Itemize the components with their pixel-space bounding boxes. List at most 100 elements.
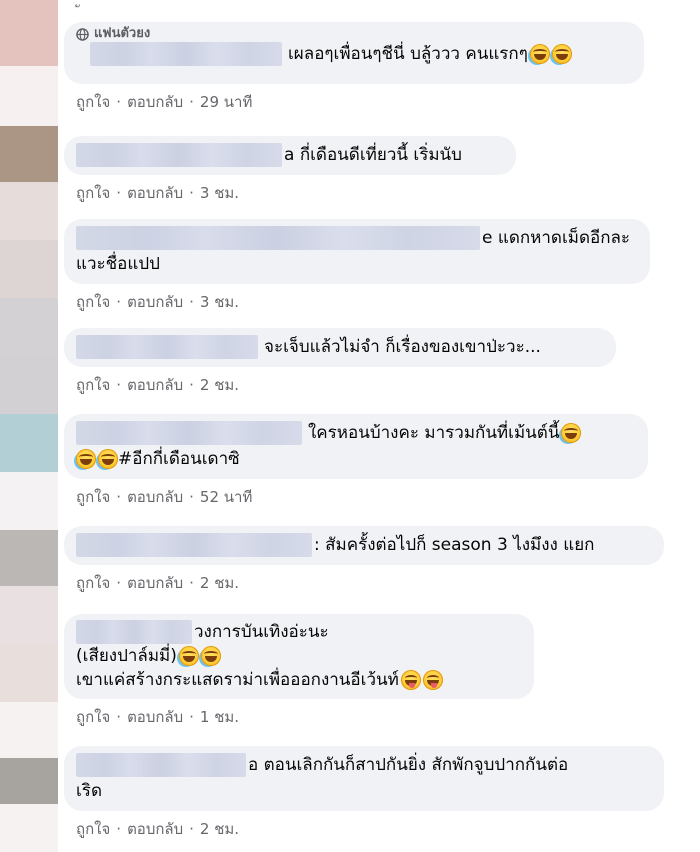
comment-actions: ถูกใจ · ตอบกลับ · 1 ชม. [76, 705, 534, 729]
timestamp[interactable]: 1 ชม. [200, 705, 239, 729]
comment-text: e แดกหาดเม็ดอีกละ [482, 228, 631, 248]
comment-bubble: : สัมครั้งต่อไปก็ season 3 ไงมึงง แยก [64, 526, 664, 565]
avatar[interactable] [0, 126, 58, 182]
avatar[interactable] [0, 356, 58, 414]
comment: ใครหอนบ้างคะ มารวมกันที่เม้นต์นี้ #อีกกี… [64, 414, 648, 509]
comment: e แดกหาดเม็ดอีกละ แวะชื่อแปป ถูกใจ · ตอบกล… [64, 219, 650, 314]
badge-label: แฟนตัวยง [94, 26, 151, 41]
comment-line: #อีกกี่เดือนเดาซิ [76, 446, 636, 472]
avatar [0, 702, 58, 758]
comment-text: #อีกกี่เดือนเดาซิ [118, 449, 240, 469]
like-link[interactable]: ถูกใจ [76, 290, 110, 314]
comment-text: เผลอๆเพื่อนๆชีนี่ บลู้ววว คนแรกๆ [288, 44, 528, 64]
comment-text: จะเจ็บแล้วไม่จำ ก็เรื่องของเขาป่ะวะ... [264, 337, 541, 357]
avatar[interactable] [0, 530, 58, 586]
top-fan-badge: แฟนตัวยง [76, 26, 632, 42]
comment-bubble: ใครหอนบ้างคะ มารวมกันที่เม้นต์นี้ #อีกกี… [64, 414, 648, 479]
comment-line: อ ตอนเลิกกันก็สาปกันยิ่ง สักพักจูบปากกัน… [76, 752, 652, 778]
like-link[interactable]: ถูกใจ [76, 181, 110, 205]
reply-link[interactable]: ตอบกลับ [127, 485, 183, 509]
reply-link[interactable]: ตอบกลับ [127, 571, 183, 595]
comment-text: เริด [76, 781, 102, 801]
reply-link[interactable]: ตอบกลับ [127, 90, 183, 114]
comment-line: จะเจ็บแล้วไม่จำ ก็เรื่องของเขาป่ะวะ... [76, 334, 604, 360]
blurred-commenter-name[interactable] [76, 335, 258, 359]
winking-tongue-emoji-icon [400, 670, 421, 690]
comment-bubble: อ ตอนเลิกกันก็สาปกันยิ่ง สักพักจูบปากกัน… [64, 746, 664, 811]
comment-text: (เสียงปาล์มมี่) [76, 646, 177, 666]
like-link[interactable]: ถูกใจ [76, 817, 110, 841]
avatar[interactable] [0, 644, 58, 702]
avatar-column [0, 0, 58, 852]
avatar[interactable] [0, 240, 58, 298]
avatar[interactable] [0, 0, 58, 66]
timestamp[interactable]: 3 ชม. [200, 181, 239, 205]
reply-link[interactable]: ตอบกลับ [127, 290, 183, 314]
comment: : สัมครั้งต่อไปก็ season 3 ไงมึงง แยก ถู… [64, 526, 664, 595]
comment-bubble: e แดกหาดเม็ดอีกละ แวะชื่อแปป [64, 219, 650, 284]
comment-line: เผลอๆเพื่อนๆชีนี่ บลู้ววว คนแรกๆ [76, 41, 632, 67]
like-link[interactable]: ถูกใจ [76, 705, 110, 729]
avatar[interactable] [0, 586, 58, 644]
comment-text: a กี่เดือนดีเที่ยวนี้ เริ่มนับ [284, 145, 462, 165]
reply-link[interactable]: ตอบกลับ [127, 817, 183, 841]
blurred-commenter-name[interactable] [76, 753, 246, 777]
comment-actions: ถูกใจ · ตอบกลับ · 3 ชม. [76, 290, 650, 314]
comment: วงการบันเทิงอ่ะนะ (เสียงปาล์มมี่) เขาแค่… [64, 614, 534, 729]
comment-line: a กี่เดือนดีเที่ยวนี้ เริ่มนับ [76, 142, 504, 168]
avatar [0, 66, 58, 126]
laughing-emoji-icon [76, 449, 96, 469]
comment-text: : สัมครั้งต่อไปก็ season 3 ไงมึงง แยก [314, 535, 595, 555]
comment-line: วงการบันเทิงอ่ะนะ [76, 620, 522, 644]
timestamp[interactable]: 52 นาที [200, 485, 252, 509]
laughing-emoji-icon [551, 44, 572, 64]
comment: แฟนตัวยง เผลอๆเพื่อนๆชีนี่ บลู้ววว คนแรก… [64, 22, 644, 114]
blurred-commenter-name[interactable] [76, 421, 302, 445]
blurred-commenter-name[interactable] [76, 620, 192, 644]
comment-bubble: วงการบันเทิงอ่ะนะ (เสียงปาล์มมี่) เขาแค่… [64, 614, 534, 699]
avatar[interactable] [0, 758, 58, 804]
comment-bubble: แฟนตัวยง เผลอๆเพื่อนๆชีนี่ บลู้ววว คนแรก… [64, 22, 644, 84]
comment-text: วงการบันเทิงอ่ะนะ [194, 622, 329, 642]
comment-line: e แดกหาดเม็ดอีกละ [76, 225, 638, 251]
comment: อ ตอนเลิกกันก็สาปกันยิ่ง สักพักจูบปากกัน… [64, 746, 664, 841]
reply-link[interactable]: ตอบกลับ [127, 705, 183, 729]
comment-text: อ ตอนเลิกกันก็สาปกันยิ่ง สักพักจูบปากกัน… [248, 755, 569, 775]
timestamp[interactable]: 2 ชม. [200, 373, 239, 397]
comment-text: ใครหอนบ้างคะ มารวมกันที่เม้นต์นี้ [308, 423, 560, 443]
blurred-commenter-name[interactable] [76, 226, 480, 250]
avatar [0, 804, 58, 852]
comment-actions: ถูกใจ · ตอบกลับ · 29 นาที [76, 90, 644, 114]
comment-line: : สัมครั้งต่อไปก็ season 3 ไงมึงง แยก [76, 532, 652, 558]
avatar[interactable] [0, 298, 58, 356]
timestamp[interactable]: 3 ชม. [200, 290, 239, 314]
like-link[interactable]: ถูกใจ [76, 373, 110, 397]
comment-actions: ถูกใจ · ตอบกลับ · 2 ชม. [76, 817, 664, 841]
avatar[interactable] [0, 182, 58, 240]
comment-line: แวะชื่อแปป [76, 251, 638, 277]
like-link[interactable]: ถูกใจ [76, 485, 110, 509]
timestamp[interactable]: 2 ชม. [200, 571, 239, 595]
blurred-commenter-name[interactable] [90, 42, 282, 66]
avatar [0, 472, 58, 530]
laughing-emoji-icon [529, 44, 550, 64]
blurred-commenter-name[interactable] [76, 143, 282, 167]
timestamp[interactable]: 29 นาที [200, 90, 252, 114]
comment-actions: ถูกใจ · ตอบกลับ · 3 ชม. [76, 181, 516, 205]
avatar[interactable] [0, 414, 58, 472]
laughing-emoji-icon [178, 646, 199, 666]
comment-line: เริด [76, 778, 652, 804]
like-link[interactable]: ถูกใจ [76, 90, 110, 114]
reply-link[interactable]: ตอบกลับ [127, 373, 183, 397]
laughing-emoji-icon [200, 646, 221, 666]
comment-text: แวะชื่อแปป [76, 254, 160, 274]
timestamp[interactable]: 2 ชม. [200, 817, 239, 841]
globe-icon [76, 27, 89, 41]
comment-bubble: จะเจ็บแล้วไม่จำ ก็เรื่องของเขาป่ะวะ... [64, 328, 616, 367]
comment-line: ใครหอนบ้างคะ มารวมกันที่เม้นต์นี้ [76, 420, 636, 446]
blurred-commenter-name[interactable] [76, 533, 312, 557]
reply-link[interactable]: ตอบกลับ [127, 181, 183, 205]
laughing-emoji-icon [561, 423, 582, 443]
like-link[interactable]: ถูกใจ [76, 571, 110, 595]
comment: จะเจ็บแล้วไม่จำ ก็เรื่องของเขาป่ะวะ... ถ… [64, 328, 616, 397]
